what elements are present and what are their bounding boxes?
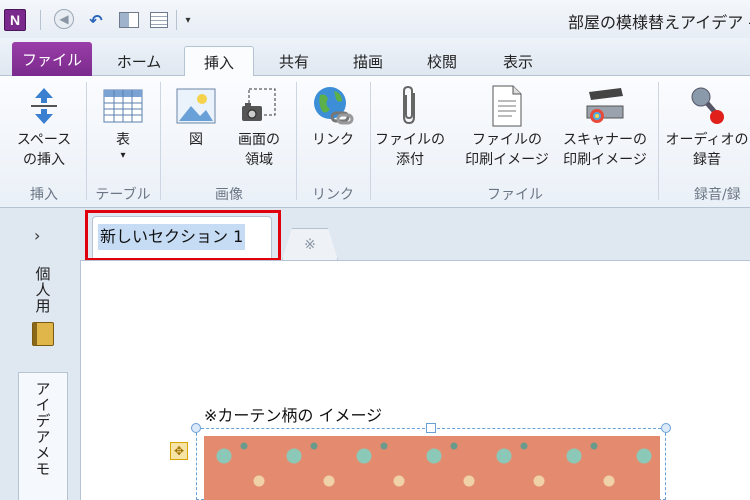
record-audio-button[interactable]: オーディオの 録音 (664, 82, 750, 170)
tab-insert[interactable]: 挿入 (184, 46, 254, 77)
dock-to-desktop-icon[interactable] (118, 9, 140, 31)
group-label-tables: テーブル (95, 187, 151, 203)
ribbon-tab-row: ファイル ホーム 挿入 共有 描画 校閲 表示 (0, 38, 750, 77)
tab-draw[interactable]: 描画 (338, 46, 398, 76)
notebook-label: アイデアメモ (33, 381, 52, 477)
resize-handle[interactable] (191, 423, 201, 433)
move-handle-icon[interactable]: ✥ (170, 442, 188, 460)
paperclip-icon (388, 82, 432, 130)
ribbon-insert-panel: スペース の挿入 挿入 表 ▾ テーブル 図 画面の 領域 画像 リンク リンク… (0, 76, 750, 208)
picture-label: 図 (189, 132, 203, 148)
table-label: 表 (116, 132, 130, 148)
notebook-item-idea-memo[interactable]: アイデアメモ (18, 372, 68, 500)
table-icon (101, 82, 145, 130)
group-label-recording: 録音/録 (694, 187, 741, 203)
file-printout-button[interactable]: ファイルの 印刷イメージ (460, 82, 554, 170)
chevron-down-icon: ▾ (120, 150, 126, 161)
note-text[interactable]: ※カーテン柄の イメージ (204, 402, 382, 426)
red-highlight-box (85, 210, 281, 261)
tab-review[interactable]: 校閲 (412, 46, 472, 76)
screen-clipping-icon (237, 82, 281, 130)
screen-clipping-label: 画面の 領域 (238, 132, 280, 168)
notebook-panel: 個人用 アイデアメモ (18, 262, 68, 500)
expand-navigation-button[interactable]: › (34, 226, 40, 245)
resize-handle[interactable] (426, 423, 436, 433)
scanner-icon (583, 82, 627, 130)
tab-share[interactable]: 共有 (264, 46, 324, 76)
title-bar: N ◀ ↶ ▾ 部屋の模様替えアイデア - (0, 0, 750, 38)
attach-file-button[interactable]: ファイルの 添付 (374, 82, 446, 170)
back-arrow-icon[interactable]: ◀ (54, 9, 74, 29)
ribbon-separator (160, 82, 161, 200)
insert-space-button[interactable]: スペース の挿入 (6, 82, 82, 170)
ribbon-separator (86, 82, 87, 200)
tab-home[interactable]: ホーム (104, 46, 174, 76)
group-label-insert: 挿入 (30, 187, 58, 203)
link-label: リンク (312, 132, 354, 148)
record-audio-label: オーディオの 録音 (665, 132, 749, 168)
group-label-links: リンク (312, 187, 354, 203)
insert-space-label: スペース の挿入 (16, 132, 72, 168)
tab-view[interactable]: 表示 (488, 46, 548, 76)
picture-icon (174, 82, 218, 130)
curtain-pattern-image[interactable] (204, 436, 660, 500)
scanner-printout-button[interactable]: スキャナーの 印刷イメージ (556, 82, 654, 170)
globe-link-icon (311, 82, 355, 130)
microphone-icon (685, 82, 729, 130)
scanner-printout-label: スキャナーの 印刷イメージ (563, 132, 647, 168)
group-label-images: 画像 (215, 187, 243, 203)
table-button[interactable]: 表 ▾ (94, 82, 152, 162)
printout-document-icon (485, 82, 529, 130)
onenote-logo-icon[interactable]: N (4, 9, 26, 31)
insert-space-icon (22, 82, 66, 130)
ribbon-separator (658, 82, 659, 200)
group-label-files: ファイル (487, 187, 543, 203)
picture-button[interactable]: 図 (168, 82, 224, 150)
quick-access-separator (176, 10, 177, 30)
undo-icon[interactable]: ↶ (86, 9, 106, 31)
full-page-view-icon[interactable] (148, 9, 170, 31)
notebook-label: 個人用 (33, 266, 52, 314)
file-printout-label: ファイルの 印刷イメージ (465, 132, 549, 168)
ribbon-separator (370, 82, 371, 200)
link-button[interactable]: リンク (300, 82, 366, 150)
screen-clipping-button[interactable]: 画面の 領域 (226, 82, 292, 170)
window-title: 部屋の模様替えアイデア - (568, 13, 750, 32)
quick-access-separator (40, 10, 41, 30)
notebook-item-personal[interactable]: 個人用 (18, 266, 68, 366)
notebook-icon (32, 322, 54, 346)
resize-handle[interactable] (661, 423, 671, 433)
new-section-icon: ※ (304, 236, 316, 253)
tab-file[interactable]: ファイル (12, 42, 92, 76)
ribbon-separator (296, 82, 297, 200)
customize-quick-access-button[interactable]: ▾ (182, 9, 194, 31)
attach-file-label: ファイルの 添付 (375, 132, 445, 168)
